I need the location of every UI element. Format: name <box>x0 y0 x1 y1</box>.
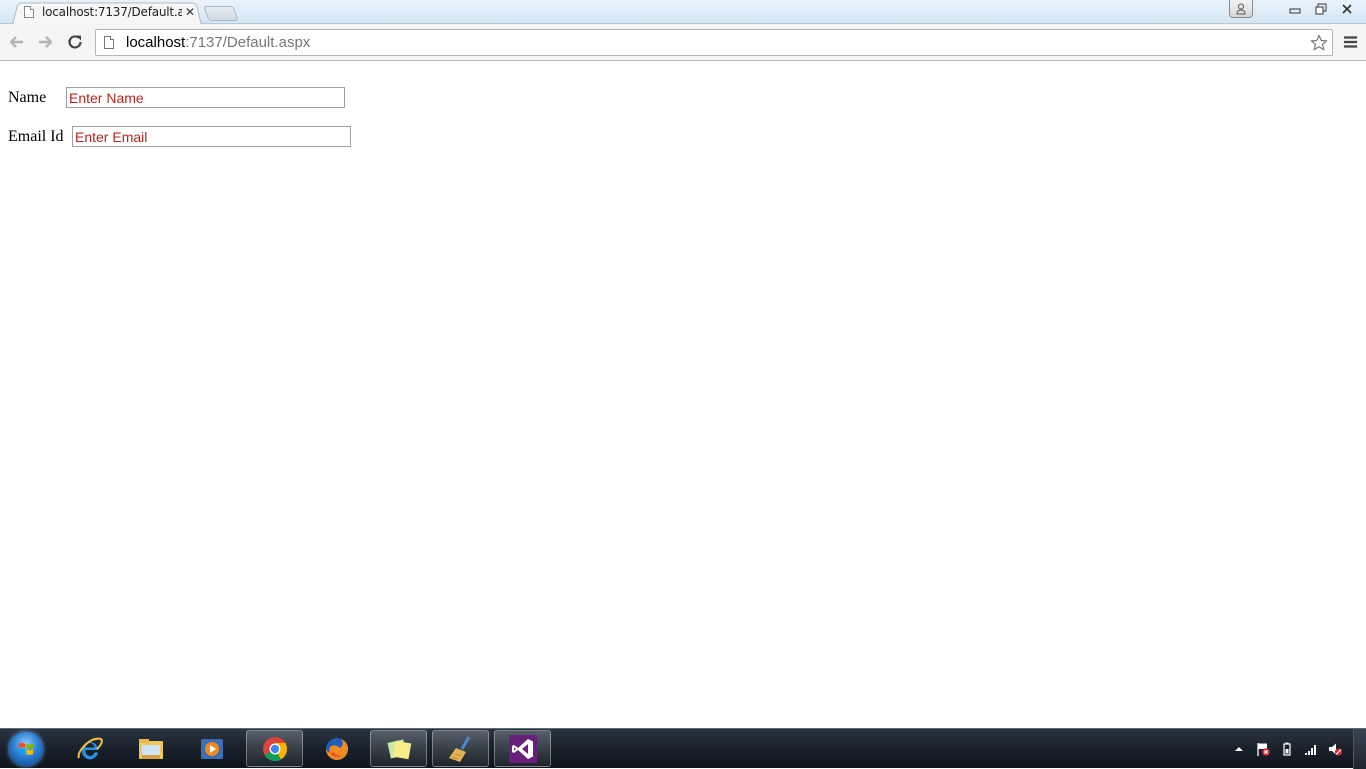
name-input[interactable] <box>66 87 345 108</box>
name-label: Name <box>8 88 47 106</box>
windows-taskbar <box>0 728 1366 769</box>
email-input[interactable] <box>72 126 351 147</box>
page-favicon-icon <box>24 6 34 18</box>
file-explorer-button[interactable] <box>122 730 179 767</box>
minimize-button[interactable] <box>1282 0 1308 18</box>
media-player-button[interactable] <box>183 730 240 767</box>
reload-button[interactable] <box>62 30 88 54</box>
url-text[interactable]: localhost:7137/Default.aspx <box>126 34 1308 51</box>
ccleaner-button[interactable] <box>432 730 489 767</box>
back-arrow-icon <box>9 36 23 48</box>
browser-toolbar: localhost:7137/Default.aspx <box>0 24 1366 61</box>
show-desktop-button[interactable] <box>1353 729 1366 769</box>
url-host: localhost <box>126 34 186 51</box>
url-path: :7137/Default.aspx <box>185 34 311 51</box>
forward-arrow-icon <box>39 36 53 48</box>
email-row: Email Id <box>8 126 351 147</box>
close-icon <box>1342 4 1352 14</box>
firefox-button[interactable] <box>308 730 365 767</box>
system-tray <box>1227 729 1366 769</box>
chrome-menu-button[interactable] <box>1339 32 1361 52</box>
back-button[interactable] <box>4 30 30 54</box>
reload-icon <box>68 35 82 49</box>
visual-studio-button[interactable] <box>494 730 551 767</box>
network-signal-icon <box>1305 745 1316 755</box>
profile-button[interactable] <box>1229 0 1253 18</box>
volume-muted-icon <box>1329 743 1343 756</box>
firefox-icon <box>325 737 348 760</box>
sticky-notes-icon <box>387 739 411 759</box>
person-icon <box>1236 3 1246 14</box>
tab-close-icon[interactable]: ✕ <box>182 5 198 19</box>
address-bar[interactable]: localhost:7137/Default.aspx <box>95 29 1333 56</box>
show-hidden-icons-button[interactable] <box>1227 737 1251 761</box>
page-icon <box>104 36 114 49</box>
internet-explorer-icon <box>77 737 103 759</box>
visual-studio-icon <box>508 734 537 763</box>
show-hidden-icons-icon <box>1235 747 1243 751</box>
volume-button[interactable] <box>1323 737 1347 761</box>
action-center-button[interactable] <box>1251 737 1275 761</box>
minimize-icon <box>1289 8 1301 14</box>
network-button[interactable] <box>1299 737 1323 761</box>
start-button[interactable] <box>6 730 46 768</box>
email-label: Email Id <box>8 127 64 145</box>
close-window-button[interactable] <box>1334 0 1360 18</box>
internet-explorer-button[interactable] <box>61 730 118 767</box>
browser-window: localhost:7137/Default.aspx ✕ <box>0 0 1366 728</box>
bookmark-star-icon[interactable] <box>1308 32 1330 54</box>
name-row: Name <box>8 87 345 108</box>
chrome-icon <box>262 736 287 761</box>
media-player-icon <box>200 738 223 759</box>
battery-icon <box>1283 742 1291 756</box>
chrome-taskbar-button[interactable] <box>246 730 303 767</box>
page-content: Name Email Id <box>0 61 1366 728</box>
tab-title: localhost:7137/Default.aspx <box>42 5 182 19</box>
forward-button[interactable] <box>32 30 58 54</box>
file-explorer-icon <box>138 738 163 759</box>
restore-button[interactable] <box>1308 0 1334 18</box>
hamburger-menu-icon <box>1343 36 1357 48</box>
tab-strip: localhost:7137/Default.aspx ✕ <box>0 0 1366 25</box>
action-center-flag-icon <box>1257 743 1270 756</box>
windows-logo-icon <box>9 732 43 766</box>
sticky-notes-button[interactable] <box>370 730 427 767</box>
battery-button[interactable] <box>1275 737 1299 761</box>
window-controls <box>1282 0 1360 20</box>
ccleaner-broom-icon <box>448 735 470 762</box>
new-tab-button[interactable] <box>203 6 239 21</box>
browser-tab[interactable]: localhost:7137/Default.aspx ✕ <box>20 1 198 23</box>
restore-icon <box>1315 3 1327 15</box>
